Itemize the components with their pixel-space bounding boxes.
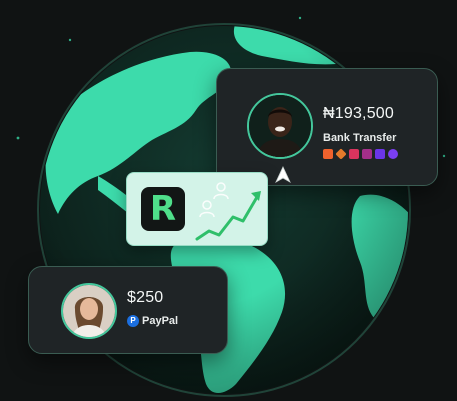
payment-method-label: PayPal (142, 315, 179, 327)
polaris-bank-icon (362, 149, 372, 159)
access-bank-icon (335, 148, 347, 160)
person-portrait-icon (249, 95, 311, 157)
paypal-icon: P (127, 315, 139, 327)
bank-logo-row (323, 148, 398, 160)
zenith-bank-icon (349, 149, 359, 159)
transfer-amount: ₦193,500 (323, 105, 394, 122)
kuda-bank-icon (375, 149, 385, 159)
paypal-amount: $250 (127, 289, 164, 306)
gtbank-icon (323, 149, 333, 159)
growth-chart-icon (195, 182, 261, 241)
hero-illustration: ₦193,500 Bank Transfer R $250 P PayPal (0, 0, 457, 401)
cursor-pointer-icon (275, 166, 291, 183)
brand-logo: R (141, 187, 185, 231)
bank-transfer-card: ₦193,500 Bank Transfer (216, 68, 438, 186)
person-portrait-icon (63, 285, 115, 337)
avatar (247, 93, 313, 159)
people-icon (199, 182, 229, 218)
paypal-card: $250 P PayPal (28, 266, 228, 354)
moniepoint-icon (388, 149, 398, 159)
payment-method-label: Bank Transfer (323, 132, 397, 144)
growth-card: R (126, 172, 268, 246)
avatar (61, 283, 117, 339)
